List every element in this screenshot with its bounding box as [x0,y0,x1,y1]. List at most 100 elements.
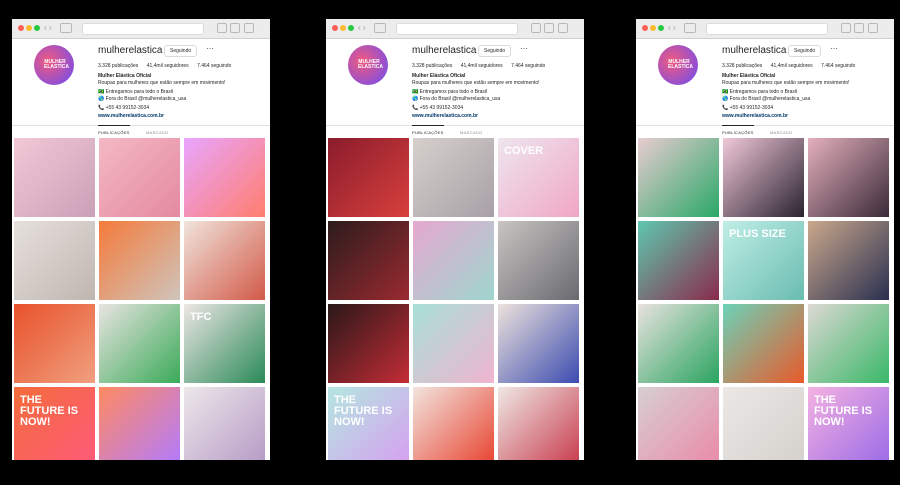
tabs-overview-icon[interactable] [230,23,240,33]
posts-grid: TFC THE FUTURE IS NOW! [14,138,268,460]
post-thumbnail[interactable] [638,304,719,383]
avatar[interactable]: MULHER ELASTICA [658,45,698,85]
website-link[interactable]: www.mulherelastica.com.br [722,113,788,119]
following-count[interactable]: 7.464 seguindo [197,63,231,69]
back-forward-icon[interactable]: ‹ › [668,23,676,33]
post-thumbnail[interactable] [99,304,180,383]
website-link[interactable]: www.mulherelastica.com.br [412,113,478,119]
new-tab-icon[interactable] [244,23,254,33]
post-thumbnail[interactable]: PLUS SIZE [723,221,804,300]
following-count[interactable]: 7.464 seguindo [511,63,545,69]
back-forward-icon[interactable]: ‹ › [358,23,366,33]
post-thumbnail[interactable] [638,387,719,460]
close-window-icon[interactable] [18,25,24,31]
post-thumbnail[interactable] [498,304,579,383]
new-tab-icon[interactable] [558,23,568,33]
avatar[interactable]: MULHER ELASTICA [348,45,388,85]
more-options-icon[interactable]: ··· [520,44,528,53]
post-thumbnail[interactable] [14,304,95,383]
post-thumbnail[interactable] [808,221,889,300]
sidebar-icon[interactable] [374,23,386,33]
zoom-window-icon[interactable] [34,25,40,31]
post-thumbnail[interactable] [328,138,409,217]
more-options-icon[interactable]: ··· [830,44,838,53]
post-thumbnail[interactable] [14,221,95,300]
sidebar-icon[interactable] [60,23,72,33]
browser-toolbar: ‹ › [636,19,894,39]
tabs-overview-icon[interactable] [544,23,554,33]
following-count[interactable]: 7.464 seguindo [821,63,855,69]
following-button[interactable]: Seguindo [788,45,822,57]
more-options-icon[interactable]: ··· [206,44,214,53]
share-icon[interactable] [531,23,541,33]
post-thumbnail[interactable] [14,138,95,217]
bio-line: Roupas para mulheres que estão sempre em… [98,80,226,86]
address-bar[interactable] [396,23,518,35]
website-link[interactable]: www.mulherelastica.com.br [98,113,164,119]
post-thumbnail[interactable] [99,387,180,460]
close-window-icon[interactable] [332,25,338,31]
tab-publicacoes[interactable]: PUBLICAÇÕES [722,125,754,135]
post-thumbnail[interactable] [498,221,579,300]
post-thumbnail[interactable] [808,304,889,383]
post-thumbnail[interactable] [99,138,180,217]
post-thumbnail[interactable] [723,138,804,217]
profile-header: MULHER ELASTICA mulherelastica Seguindo … [326,39,584,139]
post-overlay-text: TFC [190,311,212,323]
post-thumbnail[interactable] [723,304,804,383]
tab-marcado[interactable]: MARCADO [146,130,169,135]
post-thumbnail[interactable] [638,138,719,217]
new-tab-icon[interactable] [868,23,878,33]
post-thumbnail[interactable] [413,138,494,217]
tabs-overview-icon[interactable] [854,23,864,33]
post-thumbnail[interactable] [413,304,494,383]
minimize-window-icon[interactable] [26,25,32,31]
zoom-window-icon[interactable] [348,25,354,31]
post-thumbnail[interactable] [184,221,265,300]
post-thumbnail[interactable]: COVER [498,138,579,217]
post-overlay-text: THE FUTURE IS NOW! [20,394,79,428]
tab-publicacoes[interactable]: PUBLICAÇÕES [412,125,444,135]
post-thumbnail[interactable] [808,138,889,217]
post-thumbnail[interactable] [413,221,494,300]
tab-publicacoes[interactable]: PUBLICAÇÕES [98,125,130,135]
close-window-icon[interactable] [642,25,648,31]
tab-marcado[interactable]: MARCADO [460,130,483,135]
business-name: Mulher Elástica Oficial [722,73,776,79]
post-thumbnail[interactable] [638,221,719,300]
minimize-window-icon[interactable] [650,25,656,31]
post-thumbnail[interactable] [723,387,804,460]
post-thumbnail[interactable]: THE FUTURE IS NOW! [808,387,889,460]
share-icon[interactable] [841,23,851,33]
address-bar[interactable] [706,23,828,35]
profile-stats: 3.328 publicações 41,4mil seguidores 7.4… [412,63,552,69]
zoom-window-icon[interactable] [658,25,664,31]
avatar[interactable]: MULHER ELASTICA [34,45,74,85]
address-bar[interactable] [82,23,204,35]
followers-count[interactable]: 41,4mil seguidores [147,63,189,69]
post-thumbnail[interactable] [328,304,409,383]
post-thumbnail[interactable] [184,387,265,460]
sidebar-icon[interactable] [684,23,696,33]
share-icon[interactable] [217,23,227,33]
tab-marcado[interactable]: MARCADO [770,130,793,135]
post-thumbnail[interactable]: THE FUTURE IS NOW! [14,387,95,460]
post-overlay-text: THE FUTURE IS NOW! [814,394,873,428]
post-thumbnail[interactable]: THE FUTURE IS NOW! [328,387,409,460]
post-thumbnail[interactable] [99,221,180,300]
bio-line: 📞 +55 43 99152-3034 [722,105,774,111]
followers-count[interactable]: 41,4mil seguidores [461,63,503,69]
post-thumbnail[interactable] [498,387,579,460]
back-forward-icon[interactable]: ‹ › [44,23,52,33]
followers-count[interactable]: 41,4mil seguidores [771,63,813,69]
minimize-window-icon[interactable] [340,25,346,31]
post-overlay-text: THE FUTURE IS NOW! [334,394,393,428]
following-button[interactable]: Seguindo [164,45,198,57]
following-button[interactable]: Seguindo [478,45,512,57]
post-thumbnail[interactable] [413,387,494,460]
browser-window: ‹ › MULHER ELASTICA mulherelastica Segui… [326,19,584,460]
post-thumbnail[interactable]: TFC [184,304,265,383]
post-thumbnail[interactable] [328,221,409,300]
post-thumbnail[interactable] [184,138,265,217]
bio-line: 🇧🇷 Entregamos para todo o Brasil [98,89,174,95]
